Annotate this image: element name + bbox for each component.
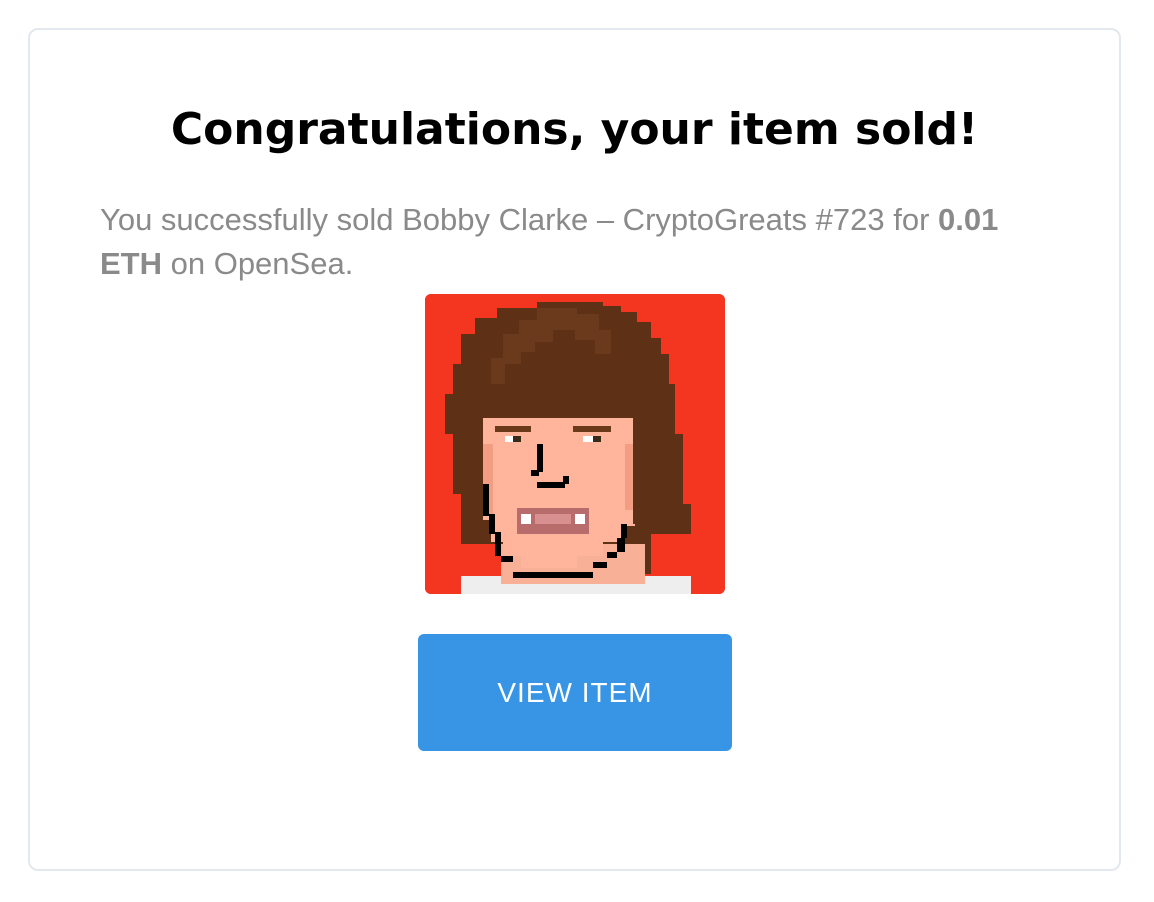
dialog-title: Congratulations, your item sold! [170,104,979,155]
nft-image [425,294,725,594]
view-item-button[interactable]: VIEW ITEM [418,634,732,751]
sale-message-prefix: You successfully sold Bobby Clarke – Cry… [100,202,938,237]
sale-message: You successfully sold Bobby Clarke – Cry… [100,198,1065,286]
pixel-portrait-illustration [425,294,725,594]
sale-message-suffix: on OpenSea. [162,246,354,281]
